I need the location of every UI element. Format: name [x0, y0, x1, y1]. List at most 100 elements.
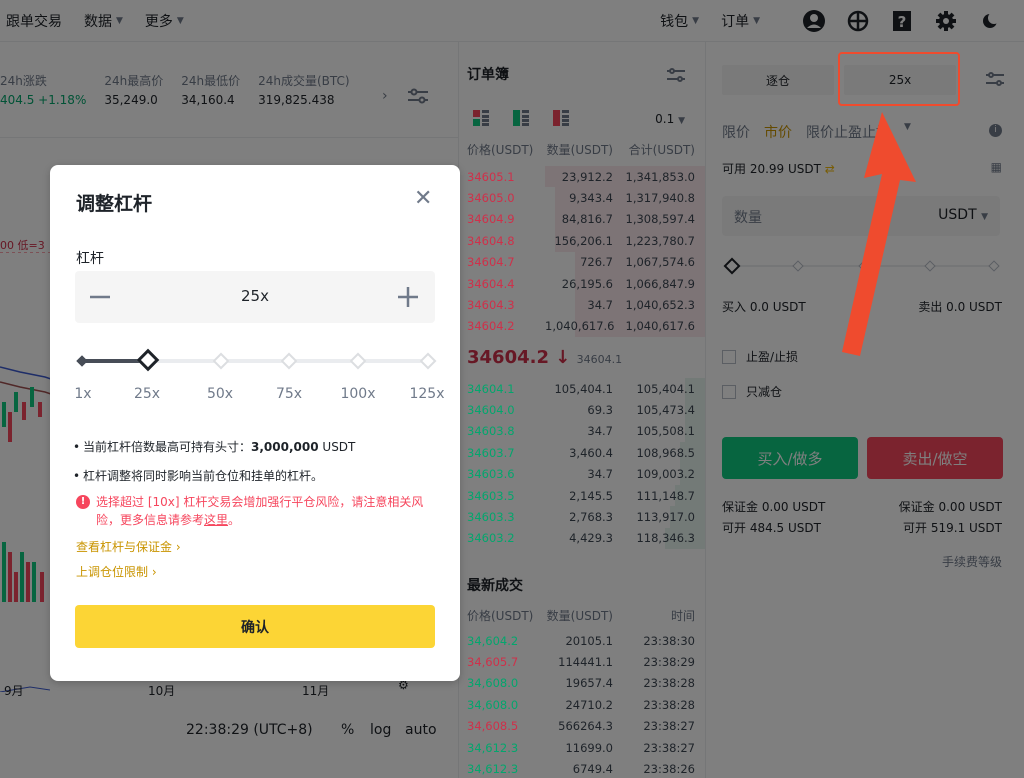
- slider-mark[interactable]: [280, 352, 298, 370]
- warning-link[interactable]: 这里: [204, 513, 228, 527]
- time-cell: 23:38:28: [643, 697, 695, 712]
- total-cell: 105,473.4: [636, 403, 695, 418]
- price-cell: 34,612.3: [467, 762, 519, 777]
- amount-cell: 6749.4: [572, 762, 613, 777]
- price-cell: 34,604.2: [467, 633, 519, 648]
- slider-tick-label: 1x: [74, 386, 92, 402]
- amount-cell: 24710.2: [565, 697, 613, 712]
- amount-cell: 34.7: [587, 467, 613, 482]
- price-cell: 34604.9: [467, 212, 515, 227]
- modal-title: 调整杠杆: [76, 193, 153, 215]
- price-cell: 34604.0: [467, 403, 515, 418]
- annotation-highlight-box: [838, 52, 960, 106]
- slider-mark[interactable]: [76, 355, 88, 367]
- amount-cell: 4,429.3: [569, 531, 613, 546]
- amount-cell: 19657.4: [565, 676, 613, 691]
- total-cell: 1,066,847.9: [625, 276, 696, 291]
- amount-cell: 2,145.5: [569, 488, 613, 503]
- amount-cell: 726.7: [580, 255, 613, 270]
- total-cell: 111,148.7: [636, 488, 695, 503]
- total-cell: 1,223,780.7: [625, 233, 696, 248]
- leverage-modal: 调整杠杆 ✕ 杠杆 25x 1x 25x 50x 75x 100x 125x 当前杠杆倍数…: [50, 165, 460, 681]
- amount-cell: 26,195.6: [561, 276, 613, 291]
- slider-tick-label: 100x: [340, 386, 376, 402]
- time-cell: 23:38:30: [643, 633, 695, 648]
- total-cell: 1,040,617.6: [625, 319, 696, 334]
- amount-cell: 23,912.2: [561, 169, 613, 184]
- amount-cell: 9,343.4: [569, 191, 613, 206]
- price-cell: 34,605.7: [467, 655, 519, 670]
- price-cell: 34604.8: [467, 233, 515, 248]
- annotation-arrow-icon: [842, 112, 916, 356]
- raise-limit-link[interactable]: 上调仓位限制 ›: [76, 563, 157, 580]
- time-cell: 23:38:29: [643, 655, 695, 670]
- amount-cell: 566264.3: [558, 719, 613, 734]
- amount-cell: 11699.0: [565, 740, 613, 755]
- price-cell: 34,612.3: [467, 740, 519, 755]
- slider-mark[interactable]: [349, 352, 367, 370]
- price-cell: 34604.4: [467, 276, 515, 291]
- price-cell: 34605.1: [467, 169, 515, 184]
- amount-cell: 20105.1: [565, 633, 613, 648]
- amount-cell: 34.7: [587, 298, 613, 313]
- price-cell: 34603.3: [467, 510, 515, 525]
- plus-button[interactable]: [395, 284, 421, 310]
- leverage-slider[interactable]: [76, 348, 437, 372]
- slider-thumb[interactable]: [136, 348, 160, 372]
- total-cell: 1,040,652.3: [625, 298, 696, 313]
- slider-ticks: 1x 25x 50x 75x 100x 125x: [74, 386, 450, 402]
- total-cell: 1,317,940.8: [625, 191, 696, 206]
- amount-cell: 3,460.4: [569, 445, 613, 460]
- price-cell: 34604.7: [467, 255, 515, 270]
- total-cell: 113,917.0: [636, 510, 695, 525]
- slider-tick-label: 25x: [133, 386, 161, 402]
- price-cell: 34604.2: [467, 319, 515, 334]
- leverage-label: 杠杆: [76, 251, 104, 267]
- amount-cell: 1,040,617.6: [545, 319, 615, 334]
- slider-tick-label: 75x: [275, 386, 303, 402]
- view-leverage-link[interactable]: 查看杠杆与保证金 ›: [76, 538, 181, 555]
- price-cell: 34,608.0: [467, 697, 519, 712]
- slider-tick-label: 50x: [206, 386, 234, 402]
- price-cell: 34604.1: [467, 381, 515, 396]
- warning-icon: !: [76, 495, 90, 509]
- price-cell: 34,608.5: [467, 719, 519, 734]
- price-cell: 34603.7: [467, 445, 515, 460]
- leverage-stepper: 25x: [75, 271, 435, 323]
- slider-mark[interactable]: [419, 352, 437, 370]
- price-cell: 34,608.0: [467, 676, 519, 691]
- slider-tick-label: 125x: [409, 386, 445, 402]
- time-cell: 23:38:27: [643, 740, 695, 755]
- total-cell: 1,308,597.4: [625, 212, 696, 227]
- total-cell: 105,508.1: [636, 424, 695, 439]
- total-cell: 118,346.3: [636, 531, 695, 546]
- amount-cell: 34.7: [587, 424, 613, 439]
- confirm-button[interactable]: 确认: [75, 605, 435, 648]
- price-cell: 34605.0: [467, 191, 515, 206]
- amount-cell: 69.3: [587, 403, 613, 418]
- trade-row: 34,612.3 6749.4 23:38:26: [459, 758, 705, 778]
- time-cell: 23:38:27: [643, 719, 695, 734]
- leverage-affect-note: 杠杆调整将同时影响当前仓位和挂单的杠杆。: [73, 467, 433, 485]
- price-cell: 34603.8: [467, 424, 515, 439]
- amount-cell: 84,816.7: [561, 212, 613, 227]
- amount-cell: 156,206.1: [554, 233, 613, 248]
- risk-warning: ! 选择超过 [10x] 杠杆交易会增加强行平仓风险，请注意相关风险，更多信息请…: [76, 493, 436, 529]
- total-cell: 108,968.5: [636, 445, 695, 460]
- total-cell: 1,341,853.0: [625, 169, 696, 184]
- close-icon[interactable]: ✕: [414, 188, 434, 210]
- total-cell: 105,404.1: [636, 381, 695, 396]
- time-cell: 23:38:26: [643, 762, 695, 777]
- slider-mark[interactable]: [212, 352, 230, 370]
- price-cell: 34604.3: [467, 298, 515, 313]
- time-cell: 23:38:28: [643, 676, 695, 691]
- max-position-note: 当前杠杆倍数最高可持有头寸：3,000,000 USDT: [73, 438, 433, 456]
- total-cell: 109,003.2: [636, 467, 695, 482]
- amount-cell: 2,768.3: [569, 510, 613, 525]
- amount-cell: 105,404.1: [554, 381, 613, 396]
- price-cell: 34603.2: [467, 531, 515, 546]
- price-cell: 34603.5: [467, 488, 515, 503]
- total-cell: 1,067,574.6: [625, 255, 696, 270]
- amount-cell: 114441.1: [558, 655, 613, 670]
- leverage-value[interactable]: 25x: [75, 287, 435, 305]
